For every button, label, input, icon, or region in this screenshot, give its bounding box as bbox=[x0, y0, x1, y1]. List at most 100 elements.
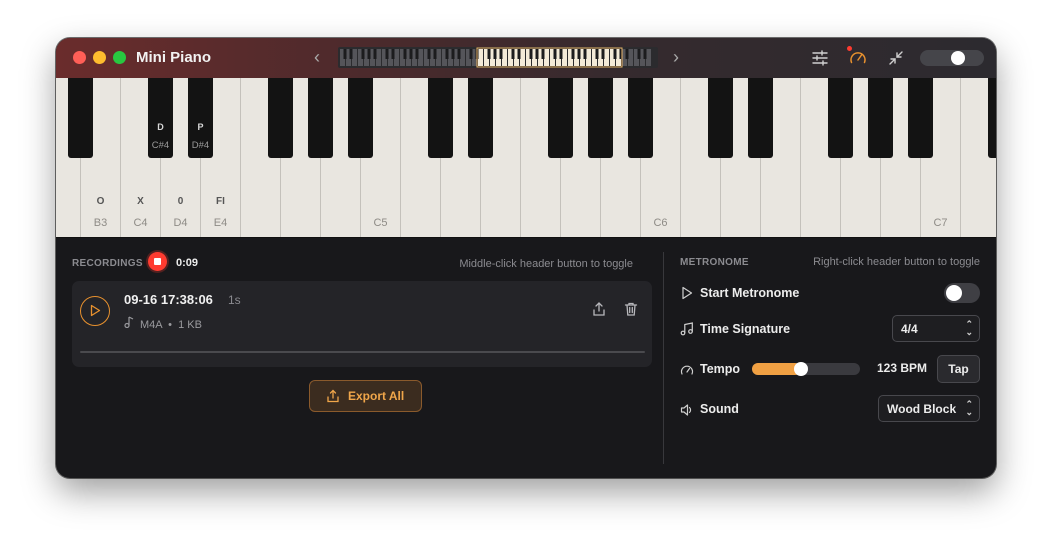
trash-icon[interactable] bbox=[623, 301, 639, 317]
export-all-label: Export All bbox=[348, 389, 405, 403]
toggle-knob bbox=[946, 285, 962, 301]
chevron-left-icon[interactable]: ‹ bbox=[314, 47, 320, 68]
mini-black-key bbox=[451, 49, 455, 59]
sliders-icon[interactable] bbox=[810, 48, 830, 68]
mini-black-key bbox=[469, 49, 473, 59]
up-down-chevron-icon: ⌃ ⌄ bbox=[965, 319, 973, 337]
recording-meta: M4A • 1 KB bbox=[124, 316, 202, 331]
black-key[interactable] bbox=[708, 78, 733, 158]
play-icon bbox=[682, 286, 693, 300]
collapse-icon[interactable] bbox=[886, 48, 906, 68]
mini-black-key bbox=[433, 49, 437, 59]
mini-white-key bbox=[520, 49, 525, 66]
mini-white-key bbox=[502, 49, 507, 66]
chevron-right-icon[interactable]: › bbox=[673, 47, 679, 68]
mini-white-key bbox=[646, 49, 651, 66]
black-key[interactable] bbox=[988, 78, 996, 158]
black-key[interactable] bbox=[268, 78, 293, 158]
key-note-label: B3 bbox=[93, 217, 108, 229]
black-key[interactable] bbox=[868, 78, 893, 158]
mini-black-key bbox=[457, 49, 461, 59]
mini-white-key bbox=[436, 49, 441, 66]
mini-black-key bbox=[487, 49, 491, 59]
black-key[interactable] bbox=[428, 78, 453, 158]
black-key[interactable] bbox=[468, 78, 493, 158]
play-button[interactable] bbox=[80, 296, 110, 326]
black-key[interactable] bbox=[908, 78, 933, 158]
keyboard-range-navigator[interactable] bbox=[338, 47, 658, 68]
sound-value: Wood Block bbox=[887, 402, 957, 416]
play-icon bbox=[90, 304, 101, 317]
time-signature-select[interactable]: 4/4 ⌃ ⌄ bbox=[892, 315, 980, 342]
mini-white-key bbox=[352, 49, 357, 66]
mini-black-key bbox=[391, 49, 395, 59]
share-icon[interactable] bbox=[591, 301, 607, 317]
tempo-slider-thumb[interactable] bbox=[794, 362, 808, 376]
key-note-label: C5 bbox=[373, 217, 388, 229]
key-note-label: C#4 bbox=[151, 140, 170, 151]
recording-duration: 1s bbox=[228, 293, 241, 307]
mini-black-key bbox=[373, 49, 377, 59]
mini-white-key bbox=[460, 49, 465, 66]
mini-black-key bbox=[625, 49, 629, 59]
black-key[interactable] bbox=[348, 78, 373, 158]
tempo-bpm-value: 123 BPM bbox=[877, 361, 928, 375]
mini-black-key bbox=[571, 49, 575, 59]
mini-keyboard-overview bbox=[340, 47, 651, 68]
close-window-button[interactable] bbox=[73, 51, 86, 64]
export-icon bbox=[327, 389, 339, 403]
tempo-slider[interactable] bbox=[752, 362, 860, 376]
mini-black-key bbox=[493, 49, 497, 59]
stop-recording-button[interactable] bbox=[148, 252, 167, 271]
metronome-hint: Right-click header button to toggle bbox=[813, 256, 980, 268]
sound-select[interactable]: Wood Block ⌃ ⌄ bbox=[878, 395, 980, 422]
tempo-label: Tempo bbox=[700, 362, 741, 376]
minimize-window-button[interactable] bbox=[93, 51, 106, 64]
mini-black-key bbox=[559, 49, 563, 59]
recording-title: 09-16 17:38:06 bbox=[124, 292, 213, 307]
key-shortcut-label: FI bbox=[216, 196, 225, 207]
recording-elapsed-time: 0:09 bbox=[176, 257, 199, 269]
piano-keyboard: O B3 X C4 0 D4 FI E4 C5 C6 C7 D C#4 P D#4 bbox=[56, 78, 996, 238]
key-shortcut-label: X bbox=[137, 196, 144, 207]
black-key[interactable]: D C#4 bbox=[148, 78, 173, 158]
mini-black-key bbox=[499, 49, 503, 59]
black-key[interactable] bbox=[828, 78, 853, 158]
meta-separator: • bbox=[165, 319, 176, 331]
mini-black-key bbox=[403, 49, 407, 59]
playback-progress-bar[interactable] bbox=[80, 351, 645, 353]
music-note-icon bbox=[124, 316, 134, 328]
mini-black-key bbox=[349, 49, 353, 59]
black-key[interactable] bbox=[588, 78, 613, 158]
key-note-label: C7 bbox=[933, 217, 948, 229]
up-down-chevron-icon: ⌃ ⌄ bbox=[965, 399, 973, 417]
black-key[interactable] bbox=[68, 78, 93, 158]
tap-label: Tap bbox=[948, 362, 969, 376]
metronome-panel: METRONOME Right-click header button to t… bbox=[664, 238, 996, 478]
mini-black-key bbox=[643, 49, 647, 59]
music-notes-icon bbox=[680, 322, 693, 336]
mini-black-key bbox=[637, 49, 641, 59]
black-key[interactable] bbox=[628, 78, 653, 158]
zoom-window-button[interactable] bbox=[113, 51, 126, 64]
black-key[interactable] bbox=[308, 78, 333, 158]
header-toggle-switch[interactable] bbox=[920, 50, 984, 66]
key-note-label: C4 bbox=[133, 217, 148, 229]
tap-tempo-button[interactable]: Tap bbox=[937, 355, 980, 383]
export-all-button[interactable]: Export All bbox=[309, 380, 422, 412]
metronome-gauge-icon[interactable] bbox=[848, 48, 868, 68]
mini-white-key bbox=[394, 49, 399, 66]
mini-black-key bbox=[361, 49, 365, 59]
start-metronome-toggle[interactable] bbox=[944, 283, 980, 303]
time-signature-value: 4/4 bbox=[901, 322, 918, 336]
mini-black-key bbox=[385, 49, 389, 59]
recording-item[interactable]: 09-16 17:38:06 1s M4A • 1 KB bbox=[72, 281, 652, 367]
black-key[interactable] bbox=[748, 78, 773, 158]
speaker-icon bbox=[680, 404, 692, 416]
mini-piano-window: Mini Piano ‹ › O B3 X C4 0 D4 FI E4 C5 C… bbox=[56, 38, 996, 478]
toggle-knob bbox=[951, 51, 965, 65]
black-key[interactable]: P D#4 bbox=[188, 78, 213, 158]
metronome-header: METRONOME bbox=[680, 257, 749, 268]
mini-black-key bbox=[583, 49, 587, 59]
black-key[interactable] bbox=[548, 78, 573, 158]
